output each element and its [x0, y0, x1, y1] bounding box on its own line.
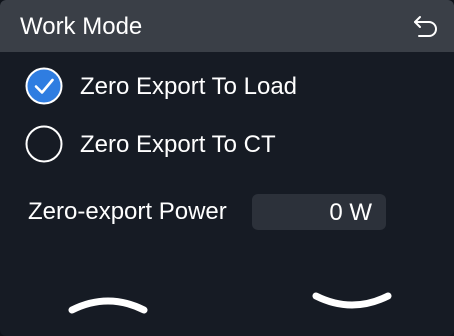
header-bar: Work Mode	[0, 0, 454, 52]
option-label: Zero Export To CT	[80, 131, 276, 158]
option-label: Zero Export To Load	[80, 73, 298, 100]
work-mode-screen: Work Mode Zero Export To Load Zero Expor…	[0, 0, 454, 336]
zero-export-power-value: 0 W	[329, 199, 372, 226]
option-zero-export-to-load[interactable]: Zero Export To Load	[24, 66, 424, 106]
chevron-up-icon	[68, 297, 148, 314]
back-button[interactable]	[410, 12, 442, 40]
scroll-down-button[interactable]	[310, 288, 394, 318]
back-arrow-icon	[414, 16, 437, 37]
zero-export-power-label: Zero-export Power	[28, 198, 227, 225]
radio-checked-icon[interactable]	[25, 67, 63, 105]
page-title: Work Mode	[20, 13, 143, 40]
zero-export-power-field[interactable]: 0 W	[252, 194, 386, 230]
radio-unchecked-icon[interactable]	[25, 125, 63, 163]
scroll-up-button[interactable]	[66, 288, 150, 318]
chevron-down-icon	[312, 292, 392, 309]
option-zero-export-to-ct[interactable]: Zero Export To CT	[24, 124, 424, 164]
